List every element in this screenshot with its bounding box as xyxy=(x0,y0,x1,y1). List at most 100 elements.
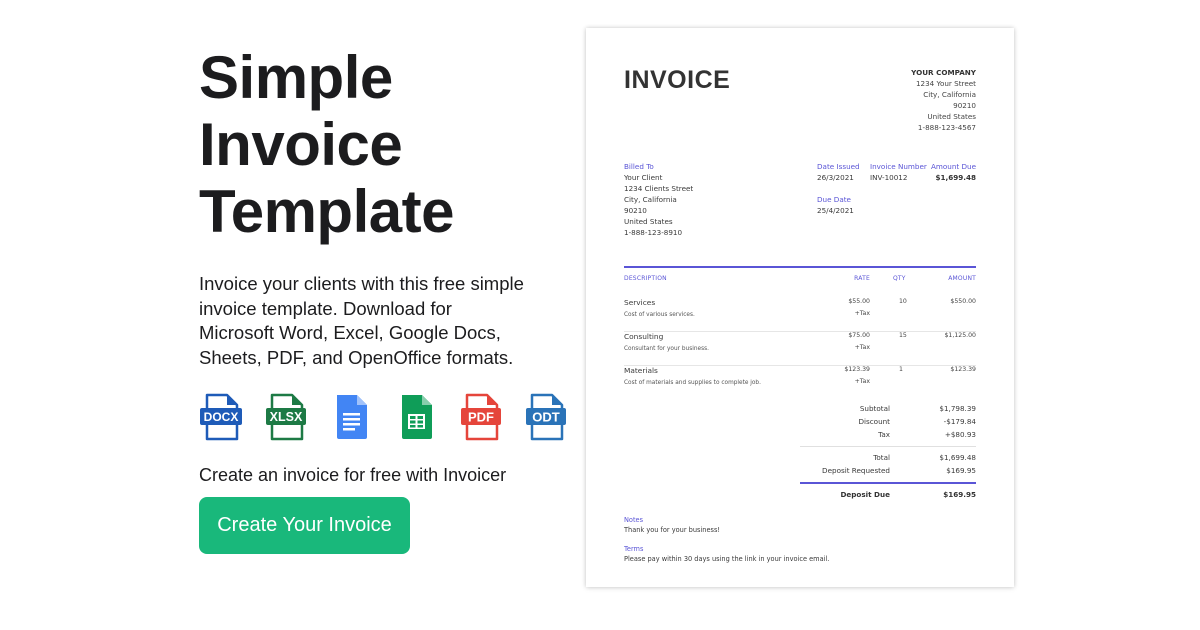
item-rate: $75.00 xyxy=(848,332,870,339)
company-address: YOUR COMPANY 1234 Your Street City, Cali… xyxy=(911,67,976,133)
due-date-label: Due Date xyxy=(817,195,851,204)
deposit-requested-value: $169.95 xyxy=(946,466,976,475)
terms-text: Please pay within 30 days using the link… xyxy=(624,555,830,563)
item-qty: 15 xyxy=(899,332,907,339)
invoice-preview: INVOICE YOUR COMPANY 1234 Your Street Ci… xyxy=(586,28,1014,587)
item-qty: 10 xyxy=(899,298,907,305)
company-phone: 1-888-123-4567 xyxy=(917,123,976,132)
deposit-due-value: $169.95 xyxy=(943,490,976,499)
invoice-number-label: Invoice Number xyxy=(870,162,927,171)
item-amount: $1,125.00 xyxy=(944,332,977,339)
billed-to-label: Billed To xyxy=(624,162,654,171)
company-city: City, California xyxy=(923,90,976,99)
item-tax: +Tax xyxy=(854,378,870,385)
item-amount: $123.39 xyxy=(950,366,976,373)
company-country: United States xyxy=(927,112,976,121)
item-description: Cost of materials and supplies to comple… xyxy=(624,380,761,386)
column-header-amount: AMOUNT xyxy=(948,275,976,282)
date-issued: Date Issued 26/3/2021 xyxy=(817,161,860,183)
client-phone: 1-888-123-8910 xyxy=(624,228,683,237)
docx-label: DOCX xyxy=(204,410,239,424)
subtotal-row: Subtotal $1,798.39 xyxy=(800,404,976,417)
invoice-number: Invoice Number INV-10012 xyxy=(870,161,927,183)
item-description: Cost of various services. xyxy=(624,312,695,318)
notes: Notes Thank you for your business! xyxy=(624,515,720,535)
total-row: Total $1,699.48 xyxy=(800,453,976,466)
due-date-value: 25/4/2021 xyxy=(817,206,854,215)
divider xyxy=(800,446,976,447)
billed-to: Billed To Your Client 1234 Clients Stree… xyxy=(624,161,693,238)
date-issued-value: 26/3/2021 xyxy=(817,173,854,182)
notes-label: Notes xyxy=(624,516,644,524)
amount-due: Amount Due $1,699.48 xyxy=(931,161,976,183)
notes-text: Thank you for your business! xyxy=(624,526,721,534)
total-value: $1,699.48 xyxy=(939,453,976,462)
client-zip: 90210 xyxy=(624,206,647,215)
client-name: Your Client xyxy=(624,173,663,182)
pdf-file-icon[interactable]: PDF xyxy=(459,393,503,441)
date-issued-label: Date Issued xyxy=(817,162,860,171)
discount-value: -$179.84 xyxy=(943,417,976,426)
deposit-requested-label: Deposit Requested xyxy=(822,466,890,475)
company-name: YOUR COMPANY xyxy=(911,68,976,77)
item-amount: $550.00 xyxy=(950,298,976,305)
item-qty: 1 xyxy=(899,366,903,373)
terms: Terms Please pay within 30 days using th… xyxy=(624,544,829,564)
item-name: Consulting xyxy=(624,332,664,341)
line-item: Services Cost of various services. $55.0… xyxy=(624,298,976,332)
title-line: Simple xyxy=(199,44,393,111)
tax-label: Tax xyxy=(878,430,890,439)
divider xyxy=(624,266,976,268)
company-zip: 90210 xyxy=(953,101,976,110)
xlsx-file-icon[interactable]: XLSX xyxy=(264,393,308,441)
item-rate: $123.39 xyxy=(844,366,870,373)
invoice-title: INVOICE xyxy=(624,66,731,94)
discount-row: Discount -$179.84 xyxy=(800,417,976,430)
item-name: Services xyxy=(624,298,656,307)
amount-due-value: $1,699.48 xyxy=(935,173,976,182)
tax-value: +$80.93 xyxy=(944,430,976,439)
item-tax: +Tax xyxy=(854,310,870,317)
title-line: Invoice xyxy=(199,111,403,178)
hero-description: Invoice your clients with this free simp… xyxy=(199,273,524,368)
google-sheets-icon[interactable] xyxy=(394,393,438,441)
column-header-rate: RATE xyxy=(854,275,870,282)
column-header-description: DESCRIPTION xyxy=(624,275,667,282)
subtotal-label: Subtotal xyxy=(859,404,890,413)
discount-label: Discount xyxy=(858,417,890,426)
title-line: Template xyxy=(199,178,454,245)
totals: Subtotal $1,798.39 Discount -$179.84 Tax… xyxy=(800,404,976,503)
line-item: Consulting Consultant for your business.… xyxy=(624,332,976,366)
invoice-number-value: INV-10012 xyxy=(870,173,908,182)
pdf-label: PDF xyxy=(468,410,494,425)
item-description: Consultant for your business. xyxy=(624,346,709,352)
column-header-qty: QTY xyxy=(893,275,906,282)
format-icons: DOCX XLSX PDF ODT xyxy=(199,393,589,441)
total-label: Total xyxy=(873,453,890,462)
deposit-due-label: Deposit Due xyxy=(840,490,890,499)
item-name: Materials xyxy=(624,366,658,375)
company-street: 1234 Your Street xyxy=(915,79,976,88)
line-item: Materials Cost of materials and supplies… xyxy=(624,366,976,400)
page-title: Simple Invoice Template xyxy=(199,44,559,245)
due-date: Due Date 25/4/2021 xyxy=(817,194,854,216)
item-rate: $55.00 xyxy=(848,298,870,305)
divider xyxy=(800,482,976,484)
item-tax: +Tax xyxy=(854,344,870,351)
client-country: United States xyxy=(624,217,673,226)
tax-row: Tax +$80.93 xyxy=(800,430,976,443)
client-city: City, California xyxy=(624,195,677,204)
client-street: 1234 Clients Street xyxy=(624,184,694,193)
odt-label: ODT xyxy=(532,410,560,425)
docx-file-icon[interactable]: DOCX xyxy=(199,393,243,441)
cta-text: Create an invoice for free with Invoicer xyxy=(199,465,507,485)
google-docs-icon[interactable] xyxy=(329,393,373,441)
xlsx-label: XLSX xyxy=(270,410,303,424)
deposit-due-row: Deposit Due $169.95 xyxy=(800,490,976,503)
deposit-requested-row: Deposit Requested $169.95 xyxy=(800,466,976,479)
odt-file-icon[interactable]: ODT xyxy=(524,393,568,441)
terms-label: Terms xyxy=(624,545,644,553)
create-invoice-button[interactable]: Create Your Invoice xyxy=(199,497,410,554)
subtotal-value: $1,798.39 xyxy=(939,404,976,413)
amount-due-label: Amount Due xyxy=(930,162,976,171)
